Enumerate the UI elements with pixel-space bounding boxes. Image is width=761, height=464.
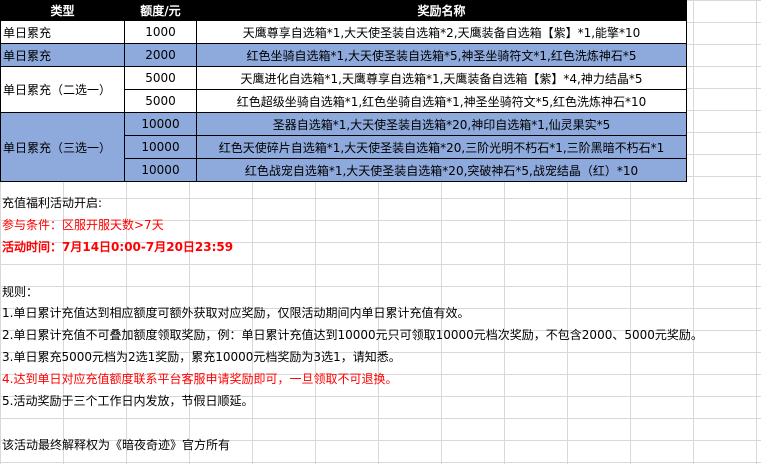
header-amount[interactable]: 额度/元: [124, 0, 197, 21]
cell-reward[interactable]: 红色战宠自选箱*1,大天使圣装自选箱*20,突破神石*5,战宠结晶（红）*10: [196, 158, 687, 182]
cell-reward[interactable]: 天鹰尊享自选箱*1,大天使圣装自选箱*2,天鹰装备自选箱【紫】*1,能擎*10: [196, 20, 687, 44]
table-row: 单日累充（三选一） 10000 圣器自选箱*1,大天使圣装自选箱*20,神印自选…: [0, 112, 687, 182]
rule-item-5[interactable]: 5.活动奖励于三个工作日内发放，节假日顺延。: [2, 392, 253, 409]
rule-item-3[interactable]: 3.单日累充5000元档为2选1奖励，累充10000元档奖励为3选1，请知悉。: [2, 348, 401, 365]
cell-amount[interactable]: 10000: [124, 135, 197, 159]
rule-item-2[interactable]: 2.单日累计充值不可叠加额度领取奖励，例：单日累计充值达到10000元只可领取1…: [2, 326, 703, 343]
header-reward[interactable]: 奖励名称: [196, 0, 687, 21]
table-row: 单日累充（二选一） 5000 天鹰进化自选箱*1,天鹰尊享自选箱*1,天鹰装备自…: [0, 66, 687, 113]
rule-item-4[interactable]: 4.达到单日对应充值额度联系平台客服申请奖励即可，一旦领取不可退换。: [2, 370, 397, 387]
rules-title[interactable]: 规则：: [2, 283, 38, 300]
notice-open[interactable]: 充值福利活动开启:: [2, 194, 102, 211]
cell-amount[interactable]: 5000: [124, 89, 197, 113]
cell-amount[interactable]: 5000: [124, 66, 197, 90]
cell-reward[interactable]: 红色天使碎片自选箱*1,大天使圣装自选箱*20,三阶光明不朽石*1,三阶黑暗不朽…: [196, 135, 687, 159]
cell-type[interactable]: 单日累充: [0, 20, 125, 44]
table-row: 单日累充 1000 天鹰尊享自选箱*1,大天使圣装自选箱*2,天鹰装备自选箱【紫…: [0, 20, 687, 44]
cell-type[interactable]: 单日累充（二选一）: [0, 66, 125, 113]
table-header-row: 类型 额度/元 奖励名称: [0, 0, 687, 21]
table-row: 单日累充 2000 红色坐骑自选箱*1,大天使圣装自选箱*5,神圣坐骑符文*1,…: [0, 43, 687, 67]
cell-type[interactable]: 单日累充: [0, 43, 125, 67]
notice-condition[interactable]: 参与条件：区服开服天数>7天: [2, 216, 164, 233]
cell-reward[interactable]: 圣器自选箱*1,大天使圣装自选箱*20,神印自选箱*1,仙灵果实*5: [196, 112, 687, 136]
cell-reward[interactable]: 天鹰进化自选箱*1,天鹰尊享自选箱*1,天鹰装备自选箱【紫】*4,神力结晶*5: [196, 66, 687, 90]
notice-time[interactable]: 活动时间：7月14日0:00-7月20日23:59: [2, 238, 233, 255]
cell-type[interactable]: 单日累充（三选一）: [0, 112, 125, 182]
cell-reward[interactable]: 红色超级坐骑自选箱*1,红色坐骑自选箱*1,神圣坐骑符文*5,红色洗炼神石*10: [196, 89, 687, 113]
cell-amount[interactable]: 2000: [124, 43, 197, 67]
cell-amount[interactable]: 1000: [124, 20, 197, 44]
cell-amount[interactable]: 10000: [124, 112, 197, 136]
cell-reward[interactable]: 红色坐骑自选箱*1,大天使圣装自选箱*5,神圣坐骑符文*1,红色洗炼神石*5: [196, 43, 687, 67]
reward-table: 类型 额度/元 奖励名称 单日累充 1000 天鹰尊享自选箱*1,大天使圣装自选…: [0, 0, 687, 182]
footer-note[interactable]: 该活动最终解释权为《暗夜奇迹》官方所有: [2, 436, 230, 453]
cell-amount[interactable]: 10000: [124, 158, 197, 182]
header-type[interactable]: 类型: [0, 0, 125, 21]
rule-item-1[interactable]: 1.单日累计充值达到相应额度可额外获取对应奖励，仅限活动期间内单日累计充值有效。: [2, 304, 469, 321]
